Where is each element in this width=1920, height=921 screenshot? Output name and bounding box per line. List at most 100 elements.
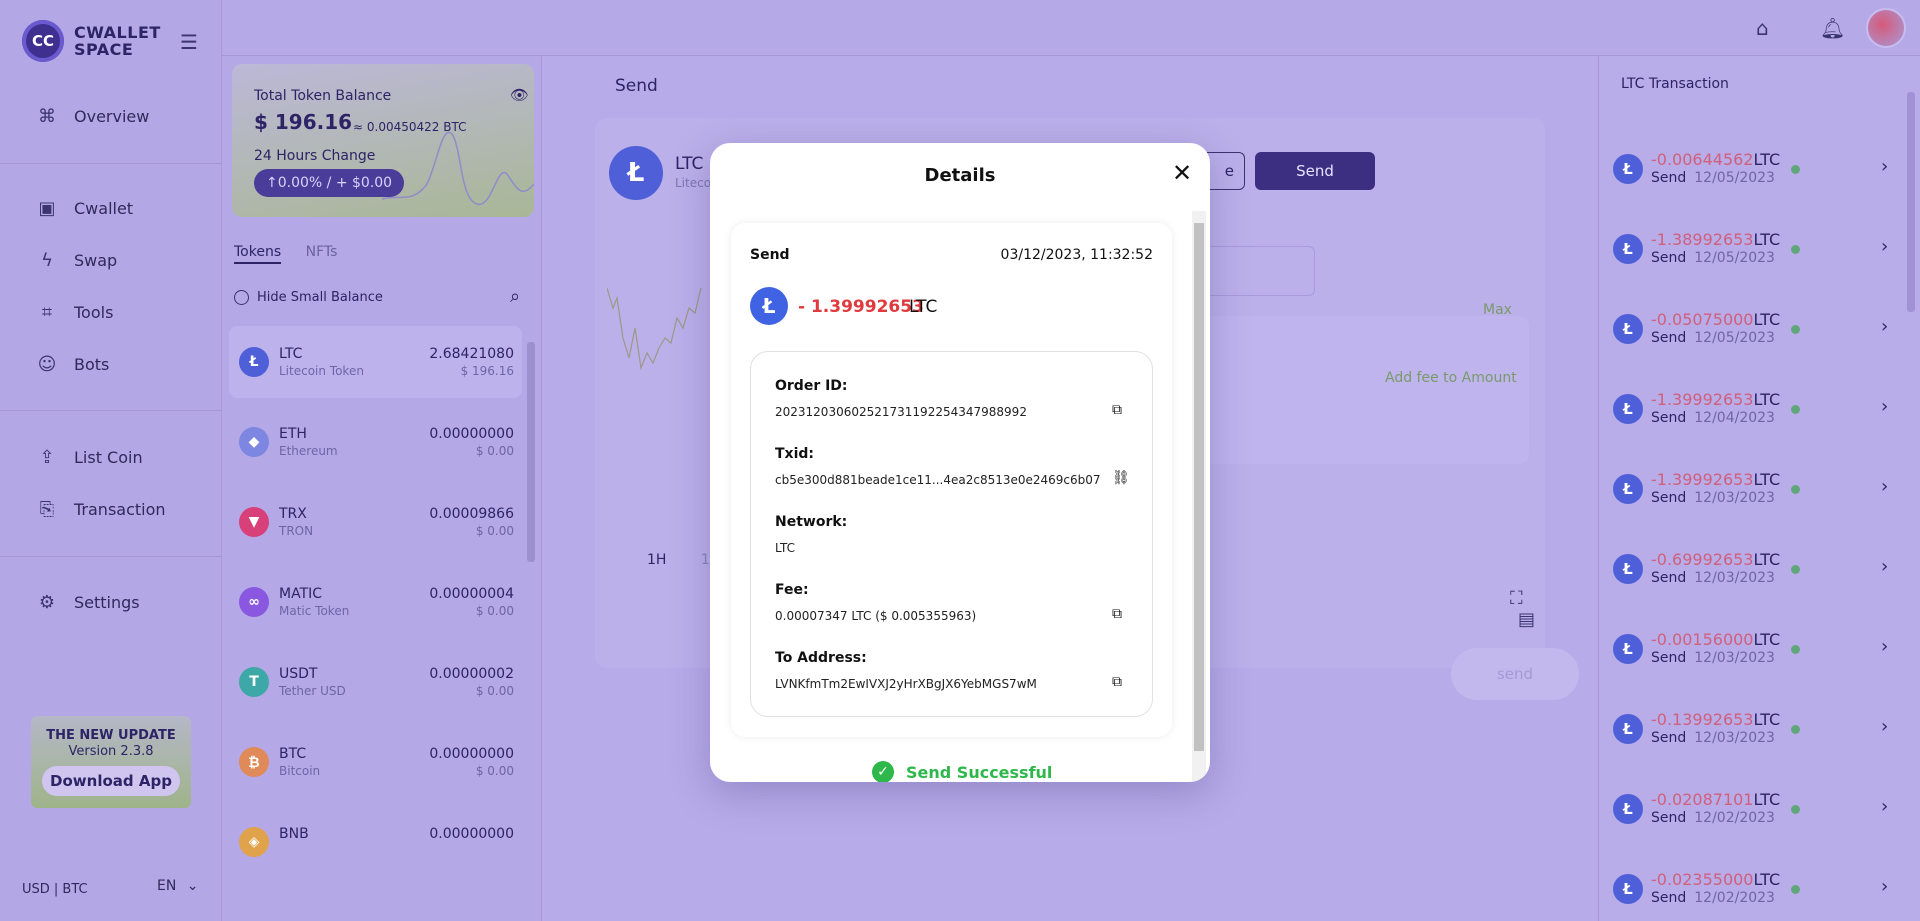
copy-icon[interactable]: ⧉ — [1112, 402, 1122, 418]
token-row-bnb[interactable]: ◈ BNB 0.00000000 — [229, 806, 522, 878]
sidebar-item-list-coin[interactable]: ⇪ List Coin — [36, 447, 143, 468]
sidebar-item-tools[interactable]: ⌗ Tools — [36, 302, 114, 323]
bnb-icon: ◈ — [239, 827, 269, 857]
download-app-button[interactable]: Download App — [42, 766, 180, 796]
amount-value: -0.02355000 — [1651, 870, 1754, 889]
transaction-row[interactable]: Ł -1.38992653LTC Send 12/05/2023 › — [1599, 216, 1899, 296]
token-usd: $ 0.00 — [475, 524, 514, 538]
brand-logo[interactable]: CC CWALLET SPACE — [22, 20, 161, 62]
status-dot — [1791, 645, 1800, 654]
status-dot — [1791, 325, 1800, 334]
sidebar-item-bots[interactable]: ☺ Bots — [36, 354, 110, 375]
page-title: Send — [615, 76, 658, 96]
chevron-right-icon[interactable]: › — [1881, 556, 1888, 577]
sidebar-item-swap[interactable]: ϟ Swap — [36, 250, 117, 271]
details-modal: Details ✕ Send 03/12/2023, 11:32:52 Ł - … — [710, 143, 1210, 782]
token-row-trx[interactable]: ▼ TRX TRON 0.00009866 $ 0.00 — [229, 486, 522, 558]
send-tab-button[interactable]: Send — [1255, 152, 1375, 190]
transaction-meta: Send 12/04/2023 — [1651, 410, 1775, 426]
chevron-right-icon[interactable]: › — [1881, 796, 1888, 817]
token-symbol: TRX — [279, 506, 307, 522]
home-icon[interactable]: ⌂ — [1756, 16, 1769, 40]
ltc-icon: Ł — [1613, 634, 1643, 664]
status-dot — [1791, 405, 1800, 414]
token-balance: 0.00009866 — [429, 506, 514, 522]
transaction-row[interactable]: Ł -1.39992653LTC Send 12/03/2023 › — [1599, 456, 1899, 536]
transaction-row[interactable]: Ł -0.02087101LTC Send 12/02/2023 › — [1599, 776, 1899, 856]
token-usd: $ 0.00 — [475, 684, 514, 698]
modal-scrollbar[interactable] — [1192, 211, 1206, 782]
sidebar-item-transaction[interactable]: ⎘ Transaction — [36, 499, 166, 520]
transaction-row[interactable]: Ł -0.05075000LTC Send 12/05/2023 › — [1599, 296, 1899, 376]
status-text: Send Successful — [906, 762, 1053, 782]
tab-nfts[interactable]: NFTs — [306, 244, 338, 260]
search-icon[interactable]: ⌕ — [510, 286, 520, 307]
chevron-right-icon[interactable]: › — [1881, 396, 1888, 417]
amount-value: -0.00644562 — [1651, 150, 1754, 169]
transaction-amount: -0.05075000LTC — [1651, 310, 1780, 329]
scroll-thumb[interactable] — [527, 342, 535, 562]
status-dot — [1791, 885, 1800, 894]
token-symbol: MATIC — [279, 586, 323, 602]
token-row-ltc[interactable]: Ł LTC Litecoin Token 2.68421080 $ 196.16 — [229, 326, 522, 398]
hide-small-balance-toggle[interactable]: Hide Small Balance — [234, 290, 383, 305]
range-1h[interactable]: 1H — [647, 552, 666, 568]
avatar[interactable] — [1866, 8, 1906, 48]
chevron-down-icon: ⌄ — [186, 878, 199, 894]
token-row-btc[interactable]: ₿ BTC Bitcoin 0.00000000 $ 0.00 — [229, 726, 522, 798]
modal-scroll-thumb[interactable] — [1194, 223, 1204, 751]
chevron-right-icon[interactable]: › — [1881, 236, 1888, 257]
chevron-right-icon[interactable]: › — [1881, 316, 1888, 337]
chevron-right-icon[interactable]: › — [1881, 716, 1888, 737]
transaction-row[interactable]: Ł -1.39992653LTC Send 12/04/2023 › — [1599, 376, 1899, 456]
txid-label: Txid: — [775, 446, 814, 462]
copy-icon[interactable]: ⧉ — [1112, 674, 1122, 690]
link-icon[interactable]: ⛓ — [1112, 470, 1130, 486]
max-button[interactable]: Max — [1483, 302, 1512, 318]
tab-tokens[interactable]: Tokens — [234, 244, 282, 264]
sidebar-item-overview[interactable]: ⌘ Overview — [36, 106, 149, 127]
transaction-row[interactable]: Ł -0.00156000LTC Send 12/03/2023 › — [1599, 616, 1899, 696]
coin-sub: Liteco — [675, 176, 712, 190]
add-fee-toggle[interactable]: Add fee to Amount — [1385, 370, 1517, 386]
menu-collapse-icon[interactable]: ☰ — [180, 30, 198, 54]
token-name: Bitcoin — [279, 764, 321, 778]
scan-icon[interactable]: ⛶ — [1510, 588, 1523, 609]
token-row-matic[interactable]: ∞ MATIC Matic Token 0.00000004 $ 0.00 — [229, 566, 522, 638]
chevron-right-icon[interactable]: › — [1881, 876, 1888, 897]
chevron-right-icon[interactable]: › — [1881, 636, 1888, 657]
radio-icon[interactable] — [234, 290, 249, 305]
token-row-eth[interactable]: ◆ ETH Ethereum 0.00000000 $ 0.00 — [229, 406, 522, 478]
token-row-usdt[interactable]: T USDT Tether USD 0.00000002 $ 0.00 — [229, 646, 522, 718]
sidebar-item-settings[interactable]: ⚙ Settings — [36, 592, 140, 613]
token-scrollbar[interactable] — [526, 328, 535, 900]
transaction-row[interactable]: Ł -0.00644562LTC Send 12/05/2023 › — [1599, 136, 1899, 216]
amount-field[interactable] — [1175, 316, 1529, 464]
update-title: THE NEW UPDATE — [46, 728, 176, 743]
transaction-row[interactable]: Ł -0.69992653LTC Send 12/03/2023 › — [1599, 536, 1899, 616]
send-submit-button[interactable]: send — [1451, 648, 1579, 700]
copy-icon[interactable]: ⧉ — [1112, 606, 1122, 622]
chevron-right-icon[interactable]: › — [1881, 156, 1888, 177]
sidebar-item-label: List Coin — [74, 448, 143, 467]
close-icon[interactable]: ✕ — [1172, 159, 1192, 187]
language-select[interactable]: EN ⌄ — [157, 878, 199, 894]
sidebar-item-label: Tools — [74, 303, 114, 322]
transaction-date: 12/03/2023 — [1694, 490, 1775, 506]
amount-value: -0.02087101 — [1651, 790, 1754, 809]
transaction-row[interactable]: Ł -0.13992653LTC Send 12/03/2023 › — [1599, 696, 1899, 776]
sidebar-item-label: Overview — [74, 107, 150, 126]
ltc-icon: Ł — [609, 146, 663, 200]
chevron-right-icon[interactable]: › — [1881, 476, 1888, 497]
ltc-icon: Ł — [1613, 554, 1643, 584]
sidebar-item-cwallet[interactable]: ▣ Cwallet — [36, 198, 133, 219]
eye-icon[interactable]: 👁︎ — [510, 86, 529, 104]
transaction-scrollbar[interactable] — [1907, 92, 1915, 312]
transaction-date: 12/02/2023 — [1694, 890, 1775, 906]
currency-switch[interactable]: USD | BTC — [22, 882, 88, 897]
transaction-row[interactable]: Ł -0.02355000LTC Send 12/02/2023 › — [1599, 856, 1899, 921]
transaction-type: Send — [1651, 650, 1687, 666]
divider — [0, 556, 222, 557]
bell-icon[interactable]: 🔔︎ — [1820, 16, 1845, 40]
address-book-icon[interactable]: ▤ — [1518, 609, 1535, 630]
